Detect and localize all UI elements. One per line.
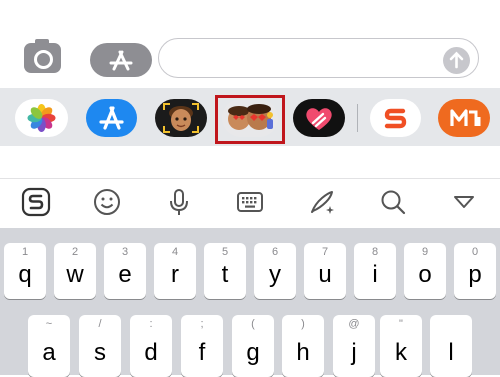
key-q-label: q [18,261,32,288]
camera-button[interactable] [24,39,61,73]
key-f-alt: ; [200,318,204,330]
key-y-alt: 6 [271,246,279,258]
key-l-label: l [448,339,454,366]
key-q-alt: 1 [21,246,29,258]
key-u[interactable]: 7 u [304,243,346,299]
key-g-alt: ( [251,318,255,330]
app-strip-divider [357,104,358,132]
key-w-alt: 2 [71,246,79,258]
camera-icon-top [35,39,49,45]
key-y-label: y [269,261,281,288]
key-f-label: f [198,339,206,366]
key-e[interactable]: 3 e [104,243,146,299]
arrow-up-icon [449,51,464,69]
sogou-logo-icon [21,187,51,217]
key-g-label: g [246,339,260,366]
mango-tv-app-button[interactable] [438,99,490,137]
send-button[interactable] [443,47,470,74]
sogou-s-icon [384,108,407,129]
app-store-app-button[interactable] [86,99,137,137]
search-icon [381,190,406,215]
key-w[interactable]: 2 w [54,243,96,299]
key-o[interactable]: 9 o [404,243,446,299]
heart-hand-icon [306,108,332,130]
camera-icon [34,50,53,69]
handwriting-button[interactable] [306,186,338,218]
key-p[interactable]: 0 p [454,243,496,299]
key-r-label: r [171,261,179,288]
key-o-alt: 9 [421,246,429,258]
key-h-alt: ) [301,318,305,330]
key-t[interactable]: 5 t [204,243,246,299]
key-a-alt: ~ [45,318,53,330]
key-y[interactable]: 6 y [254,243,296,299]
key-j[interactable]: @ j [333,315,375,377]
key-q[interactable]: 1 q [4,243,46,299]
key-d-label: d [144,339,158,366]
key-d[interactable]: : d [130,315,172,377]
key-i[interactable]: 8 i [354,243,396,299]
key-r-alt: 4 [171,246,179,258]
emoji-icon [94,189,120,215]
photos-icon [27,104,56,132]
key-h[interactable]: ) h [282,315,324,377]
key-s-label: s [94,339,106,366]
collapse-icon [454,196,474,208]
key-t-alt: 5 [221,246,229,258]
memoji-app-button[interactable] [155,99,207,137]
key-u-alt: 7 [321,246,329,258]
key-s[interactable]: / s [79,315,121,377]
message-input[interactable] [158,38,479,78]
key-i-alt: 8 [371,246,379,258]
key-d-alt: : [149,318,153,330]
key-a-label: a [42,339,56,366]
mango-tv-icon [450,109,481,126]
sogou-input-app-button[interactable] [370,99,421,137]
selected-app-highlight [215,95,285,144]
key-i-label: i [372,261,378,288]
key-p-label: p [468,261,482,288]
handwriting-icon [311,191,334,214]
sogou-logo-button[interactable] [20,186,52,218]
key-k-alt: " [399,318,403,330]
key-e-alt: 3 [121,246,129,258]
key-o-label: o [418,261,432,288]
digital-touch-app-button[interactable] [293,99,345,137]
collapse-keyboard-button[interactable] [448,186,480,218]
key-k[interactable]: " k [380,315,422,377]
search-button[interactable] [377,186,409,218]
emoji-button[interactable] [91,186,123,218]
key-e-label: e [118,261,132,288]
microphone-icon [170,189,188,215]
key-w-label: w [66,261,84,288]
memoji-icon [163,103,199,133]
app-store-app-icon [99,106,124,130]
key-p-alt: 0 [471,246,479,258]
key-g[interactable]: ( g [232,315,274,377]
key-j-alt: @ [348,318,360,330]
voice-input-button[interactable] [163,186,195,218]
key-h-label: h [296,339,310,366]
key-a[interactable]: ~ a [28,315,70,377]
keyboard-layout-button[interactable] [234,186,266,218]
app-store-icon [109,50,133,71]
keyboard: 1 q 2 w 3 e 4 r 5 t 6 y 7 u 8 i 9 o 0 p … [0,228,500,377]
keyboard-icon [237,192,263,212]
key-l[interactable]: l [430,315,472,377]
content-gap [0,146,500,178]
photos-app-button[interactable] [15,99,68,137]
key-u-label: u [318,261,332,288]
key-r[interactable]: 4 r [154,243,196,299]
key-k-label: k [395,339,407,366]
app-store-drawer-button[interactable] [90,43,152,77]
key-t-label: t [221,261,229,288]
key-j-label: j [351,339,357,366]
key-s-alt: / [98,318,102,330]
key-f[interactable]: ; f [181,315,223,377]
